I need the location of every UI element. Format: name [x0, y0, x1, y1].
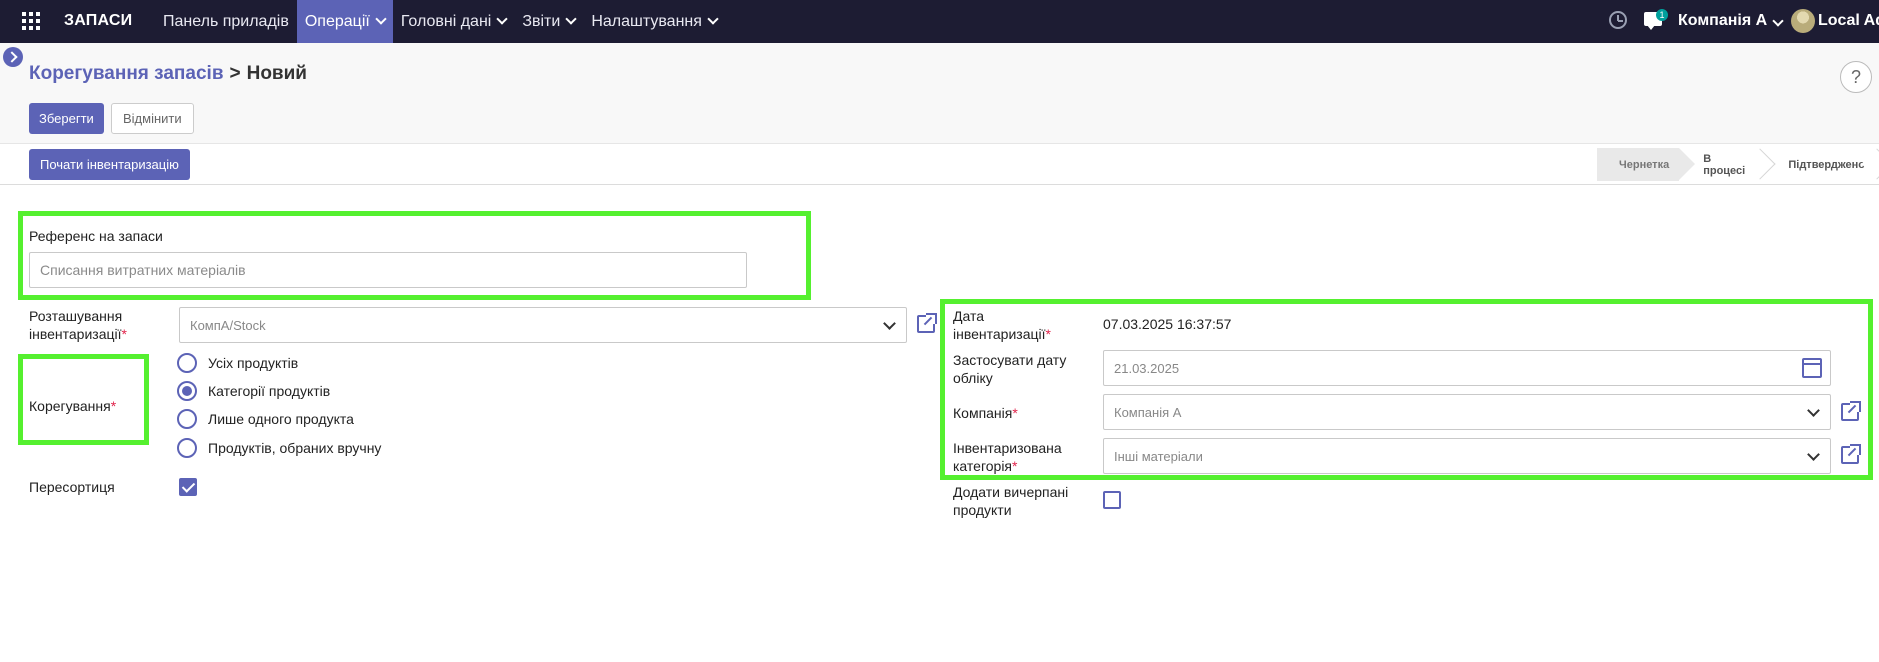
company-label-text: Компанія	[953, 405, 1013, 421]
chat-count-badge: 1	[1656, 9, 1668, 21]
radio-button[interactable]	[177, 353, 197, 373]
save-button[interactable]: Зберегти	[29, 103, 104, 134]
discard-button[interactable]: Відмінити	[111, 103, 194, 134]
required-mark: *	[121, 326, 127, 342]
external-link-icon[interactable]	[1841, 444, 1861, 464]
accounting-date-label-line1: Застосувати дату	[953, 352, 1067, 368]
location-label-line1: Розташування	[29, 308, 123, 324]
radio-button[interactable]	[177, 381, 197, 401]
company-label: Компанія*	[953, 404, 1018, 422]
required-mark: *	[1012, 458, 1018, 474]
radio-button[interactable]	[177, 409, 197, 429]
stage-pipeline: Чернетка В процесі Підтверджено	[1597, 148, 1879, 181]
breadcrumb-current: Новий	[246, 63, 307, 84]
inventory-date-label-line1: Дата	[953, 308, 985, 324]
category-label: Інвентаризована категорія*	[953, 439, 1062, 475]
category-label-line2: категорія	[953, 458, 1013, 474]
radio-one-product-label: Лише одного продукта	[208, 411, 354, 427]
control-panel	[0, 43, 1879, 143]
help-button[interactable]: ?	[1840, 61, 1872, 93]
menu-master-data[interactable]: Головні дані	[393, 0, 515, 43]
stage-draft-label: Чернетка	[1619, 158, 1670, 171]
breadcrumb-separator: >	[229, 63, 241, 84]
stage-confirmed: Підтверджено	[1762, 148, 1879, 181]
radio-manual-products[interactable]: Продуктів, обраних вручну	[177, 438, 381, 458]
radio-all-products[interactable]: Усіх продуктів	[177, 353, 298, 373]
reference-input[interactable]: Списання витратних матеріалів	[29, 252, 747, 288]
menu-operations[interactable]: Операції	[296, 0, 393, 43]
chevron-right-icon[interactable]	[3, 47, 23, 67]
exhausted-checkbox[interactable]	[1103, 491, 1121, 509]
chevron-down-icon	[565, 13, 577, 25]
required-mark: *	[110, 398, 117, 414]
category-label-line1: Інвентаризована	[953, 440, 1062, 456]
radio-all-products-label: Усіх продуктів	[208, 355, 299, 371]
chevron-down-icon	[707, 13, 719, 25]
app-name[interactable]: ЗАПАСИ	[64, 12, 132, 30]
stage-arrow	[1861, 148, 1879, 180]
external-link-icon[interactable]	[1841, 401, 1861, 421]
radio-manual-products-label: Продуктів, обраних вручну	[208, 440, 382, 456]
location-label: Розташування інвентаризації*	[29, 307, 127, 343]
accounting-date-input[interactable]: 21.03.2025	[1103, 350, 1831, 386]
menu-operations-label: Операції	[304, 12, 370, 30]
resort-checkbox[interactable]	[179, 478, 197, 496]
start-inventory-button[interactable]: Почати інвентаризацію	[29, 149, 190, 180]
menu-reports[interactable]: Звіти	[514, 0, 583, 43]
menu-settings[interactable]: Налаштування	[583, 0, 725, 43]
category-select[interactable]: Інші матеріали	[1103, 438, 1831, 474]
exhausted-label: Додати вичерпані продукти	[953, 483, 1068, 519]
chevron-down-icon	[1772, 15, 1784, 27]
adjustment-label: Корегування*	[29, 397, 116, 415]
required-mark: *	[1045, 326, 1051, 342]
breadcrumb-parent[interactable]: Корегування запасів	[29, 63, 224, 84]
avatar[interactable]	[1791, 9, 1815, 33]
activity-clock-icon[interactable]	[1609, 11, 1627, 29]
radio-product-categories-label: Категорії продуктів	[208, 383, 331, 399]
menu-dashboard-label: Панель приладів	[163, 12, 289, 30]
chevron-down-icon	[883, 317, 896, 330]
menu-settings-label: Налаштування	[591, 12, 702, 30]
adjustment-label-text: Корегування	[29, 398, 111, 414]
resort-label: Пересортиця	[29, 479, 115, 495]
status-bar: Почати інвентаризацію Чернетка В процесі…	[0, 143, 1879, 185]
company-switcher-label: Компанія А	[1678, 12, 1768, 29]
company-select-value: Компанія А	[1114, 404, 1182, 420]
user-name[interactable]: Local Adr	[1818, 12, 1879, 30]
exhausted-label-line1: Додати вичерпані	[953, 484, 1069, 500]
radio-one-product[interactable]: Лише одного продукта	[177, 409, 354, 429]
location-select-value: КомпА/Stock	[190, 317, 266, 333]
accounting-date-label-line2: обліку	[953, 370, 993, 386]
location-select[interactable]: КомпА/Stock	[179, 307, 907, 343]
chevron-down-icon	[1807, 448, 1820, 461]
stage-draft: Чернетка	[1597, 148, 1696, 181]
category-select-value: Інші матеріали	[1114, 448, 1203, 464]
menu-dashboard[interactable]: Панель приладів	[155, 0, 297, 43]
menu-master-data-label: Головні дані	[400, 12, 492, 30]
inventory-date-label: Дата інвентаризації*	[953, 307, 1051, 343]
chevron-down-icon	[1807, 404, 1820, 417]
inventory-date-label-line2: інвентаризації	[953, 326, 1046, 342]
accounting-date-label: Застосувати дату обліку	[953, 351, 1066, 387]
chevron-down-icon	[375, 13, 387, 25]
chevron-down-icon	[496, 13, 508, 25]
company-switcher[interactable]: Компанія А	[1678, 12, 1784, 30]
main-menu: Панель приладів Операції Головні дані Зв…	[155, 0, 725, 43]
apps-grid-icon[interactable]	[22, 12, 42, 32]
inventory-date-value: 07.03.2025 16:37:57	[1103, 316, 1232, 332]
top-navbar: ЗАПАСИ Панель приладів Операції Головні …	[0, 0, 1879, 43]
reference-label: Референс на запаси	[29, 228, 163, 244]
external-link-icon[interactable]	[917, 313, 937, 333]
required-mark: *	[1012, 405, 1018, 421]
radio-button[interactable]	[177, 438, 197, 458]
company-select[interactable]: Компанія А	[1103, 394, 1831, 430]
exhausted-label-line2: продукти	[953, 502, 1012, 518]
calendar-icon[interactable]	[1802, 358, 1822, 378]
radio-product-categories[interactable]: Категорії продуктів	[177, 381, 330, 401]
location-label-line2: інвентаризації	[29, 326, 122, 342]
breadcrumb: Корегування запасів > Новий	[29, 63, 307, 85]
menu-reports-label: Звіти	[522, 12, 561, 30]
accounting-date-value: 21.03.2025	[1114, 360, 1180, 376]
stage-confirmed-label: Підтверджено	[1788, 158, 1865, 171]
